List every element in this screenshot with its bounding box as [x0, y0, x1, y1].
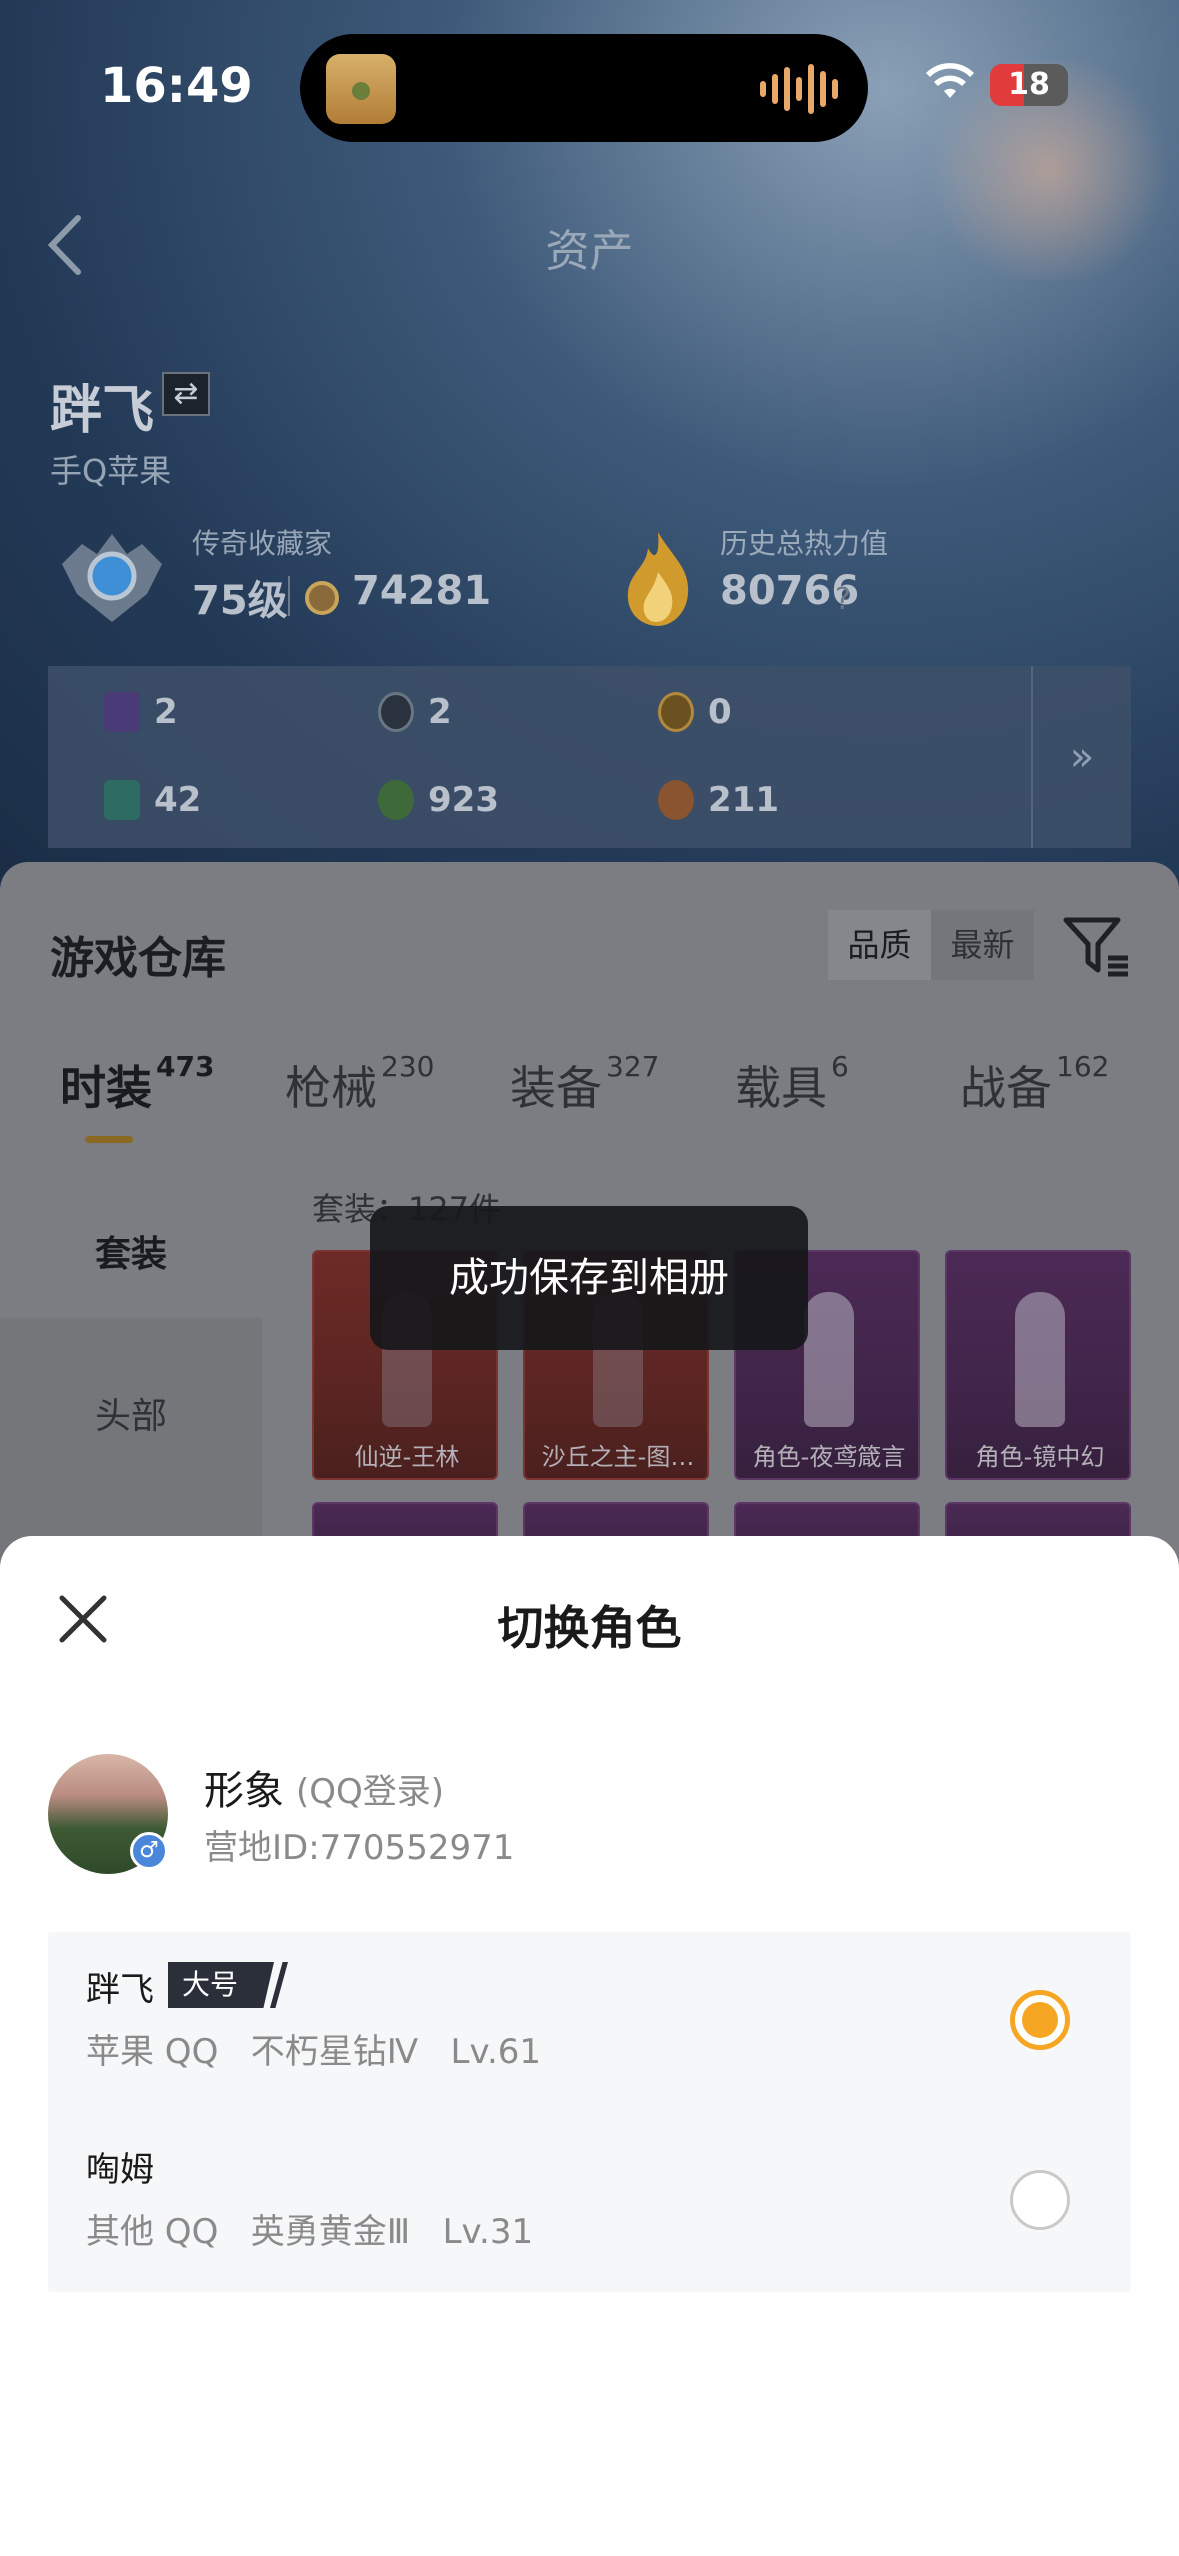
resource-item: 2 [104, 692, 178, 732]
category-tabs: 时装 473 枪械 230 装备 327 载具 6 战备 162 [0, 1050, 1179, 1152]
sheet-title: 切换角色 [497, 1601, 682, 1655]
collector-coins: 74281 [352, 568, 492, 614]
account-name: 形象 [204, 1768, 284, 1814]
account-id: 营地ID:770552971 [204, 1828, 515, 1868]
role-item[interactable]: 啕姆 其他 QQ 英勇黄金Ⅲ Lv.31 [48, 2112, 1131, 2292]
outfit-figure [1015, 1292, 1065, 1427]
item-label: 沙丘之主-图… [541, 1443, 695, 1471]
role-radio-selected[interactable] [1010, 1990, 1070, 2050]
audio-wave-icon [760, 62, 838, 116]
resources-more-button[interactable]: » [1031, 666, 1131, 848]
role-meta: 苹果 QQ 不朽星钻Ⅳ Lv.61 [86, 2032, 542, 2072]
filter-icon[interactable] [1062, 912, 1132, 982]
tab-vehicles[interactable]: 载具 6 [735, 1050, 849, 1118]
swap-role-icon[interactable]: ⇄ [162, 372, 210, 416]
heat-label: 历史总热力值 [720, 527, 889, 560]
resource-value: 42 [154, 780, 202, 820]
collector-level: 75级 [192, 578, 288, 624]
resource-panel: 2 2 0 42 923 211 » [48, 666, 1131, 848]
item-card[interactable]: 角色-镜中幻 [945, 1250, 1131, 1480]
resource-item: 0 [658, 692, 732, 732]
outfit-figure [804, 1292, 854, 1427]
player-name: 跘飞 [50, 381, 155, 441]
tab-count: 473 [156, 1050, 215, 1083]
coin-icon [305, 581, 339, 615]
help-icon[interactable]: ? [835, 582, 851, 617]
battery-icon: 18 [990, 64, 1068, 106]
account-login-type: (QQ登录) [296, 1772, 445, 1812]
status-bar: 16:49 18 [0, 0, 1179, 175]
tab-fashion[interactable]: 时装 473 [60, 1050, 215, 1118]
tab-count: 230 [381, 1050, 435, 1083]
battery-level: 18 [1008, 67, 1050, 102]
resource-value: 2 [428, 692, 452, 732]
resource-value: 2 [154, 692, 178, 732]
page-title: 资产 [545, 226, 634, 277]
sort-quality-button[interactable]: 品质 [828, 910, 931, 980]
role-item[interactable]: 跘飞 大号 苹果 QQ 不朽星钻Ⅳ Lv.61 [48, 1932, 1131, 2112]
toast-message: 成功保存到相册 [370, 1206, 808, 1350]
male-icon: ♂ [130, 1832, 168, 1870]
dynamic-island[interactable] [300, 34, 868, 142]
tab-label: 载具 [735, 1061, 827, 1115]
flame-icon [627, 532, 689, 626]
collector-label: 传奇收藏家 [192, 527, 333, 560]
sort-toggle: 品质 最新 [828, 910, 1034, 980]
card-purple-icon [104, 692, 140, 732]
role-meta: 其他 QQ 英勇黄金Ⅲ Lv.31 [86, 2212, 534, 2252]
player-platform: 手Q苹果 [50, 452, 172, 490]
sort-latest-button[interactable]: 最新 [931, 910, 1034, 980]
item-label: 角色-镜中幻 [975, 1443, 1105, 1471]
now-playing-thumbnail [326, 54, 396, 124]
side-item-sets[interactable]: 套装 [0, 1192, 262, 1318]
tab-guns[interactable]: 枪械 230 [285, 1050, 435, 1118]
collector-emblem-icon [62, 534, 162, 622]
card-green-icon [104, 780, 140, 820]
gold-coin-icon [658, 692, 694, 732]
resource-item: 42 [104, 780, 201, 820]
status-time: 16:49 [100, 58, 253, 114]
badge-s-icon [378, 692, 414, 732]
tab-count: 162 [1056, 1050, 1110, 1083]
orb-orange-icon [658, 780, 694, 820]
resource-item: 2 [378, 692, 452, 732]
main-account-badge: 大号 [168, 1962, 274, 2008]
resource-value: 0 [708, 692, 732, 732]
switch-role-sheet: 切换角色 ♂ 形象 (QQ登录) 营地ID:770552971 跘飞 大号 苹果… [0, 1536, 1179, 2556]
resource-value: 211 [708, 780, 779, 820]
tab-label: 战备 [960, 1061, 1052, 1115]
resource-value: 923 [428, 780, 499, 820]
side-item-head[interactable]: 头部 [0, 1387, 262, 1439]
tab-equipment[interactable]: 装备 327 [510, 1050, 660, 1118]
tab-label: 时装 [60, 1061, 152, 1115]
tab-supplies[interactable]: 战备 162 [960, 1050, 1110, 1118]
wifi-icon [926, 63, 974, 98]
role-name: 跘飞 [86, 1970, 154, 2010]
active-tab-indicator [85, 1136, 133, 1143]
item-label: 角色-夜鸢箴言 [752, 1443, 906, 1471]
item-label: 仙逆-王林 [354, 1443, 460, 1471]
tab-count: 327 [606, 1050, 660, 1083]
tab-count: 6 [831, 1050, 849, 1083]
role-name: 啕姆 [86, 2150, 154, 2190]
resource-item: 211 [658, 780, 779, 820]
badge-slash-decoration [270, 1962, 288, 2008]
role-radio-unselected[interactable] [1010, 2170, 1070, 2230]
tab-label: 枪械 [285, 1061, 377, 1115]
divider [288, 576, 290, 616]
warehouse-title: 游戏仓库 [50, 933, 226, 984]
orb-green-icon [378, 780, 414, 820]
resource-item: 923 [378, 780, 499, 820]
role-list: 跘飞 大号 苹果 QQ 不朽星钻Ⅳ Lv.61 啕姆 其他 QQ 英勇黄金Ⅲ L… [48, 1932, 1131, 2292]
tab-label: 装备 [510, 1061, 602, 1115]
